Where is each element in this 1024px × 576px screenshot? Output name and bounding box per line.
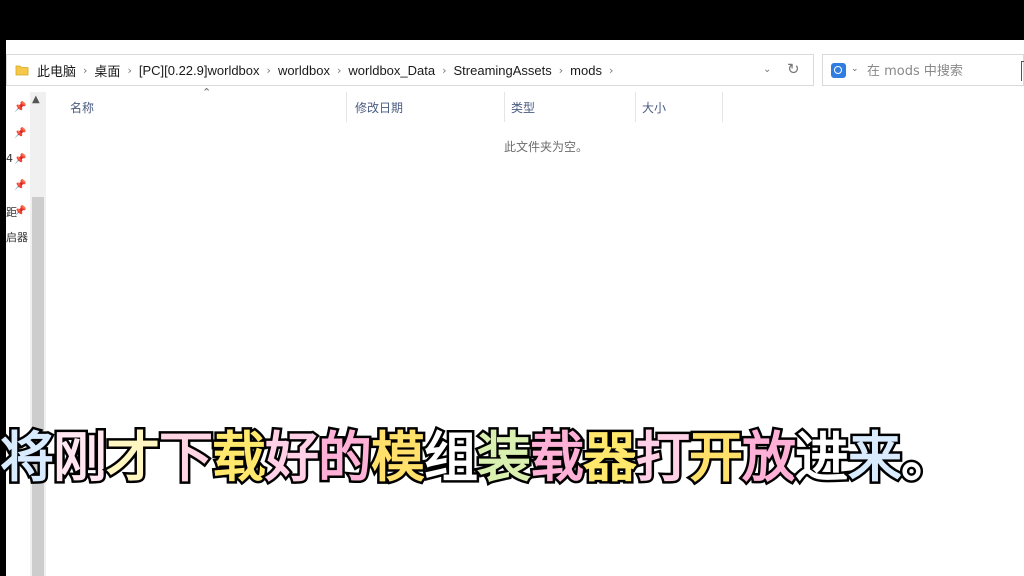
video-subtitle: 将刚才下载好的模组装载器打开放进来。 [0,418,1024,498]
subtitle-character: 将 [0,424,57,492]
subtitle-character: 装 [475,424,534,492]
breadcrumb-item[interactable]: worldbox [278,63,330,78]
pin-icon: 📌 [14,180,27,191]
subtitle-character: 开 [687,424,746,492]
breadcrumb: › 此电脑 › 桌面 › [PC][0.22.9]worldbox › worldbox › wo… [37,55,620,85]
subtitle-character: 来 [846,424,905,492]
subtitle-character: 器 [581,424,640,492]
nav-scrollbar[interactable]: ▲ [30,92,46,576]
subtitle-character: 刚 [51,424,110,492]
pin-icon: 📌 [14,102,27,113]
refresh-icon[interactable]: ↻ [787,60,800,78]
nav-item-fragment[interactable]: 4 [6,152,13,165]
empty-folder-message: 此文件夹为空。 [504,140,589,154]
search-box[interactable]: ⌄ [822,54,1024,86]
column-header-date[interactable]: 修改日期 [355,92,403,122]
folder-icon [15,65,29,76]
screenshot: › 此电脑 › 桌面 › [PC][0.22.9]worldbox › worldbox › wo… [0,0,1024,576]
breadcrumb-item[interactable]: 此电脑 [37,61,76,80]
breadcrumb-item[interactable]: mods [570,63,602,78]
subtitle-character: 进 [793,424,852,492]
subtitle-character: 打 [634,424,693,492]
subtitle-character: 下 [157,424,216,492]
breadcrumb-separator[interactable]: › [609,64,613,77]
column-divider[interactable] [635,92,636,122]
breadcrumb-item[interactable]: worldbox_Data [348,63,435,78]
column-divider[interactable] [346,92,347,122]
breadcrumb-separator[interactable]: › [83,64,87,77]
column-divider[interactable] [722,92,723,122]
nav-item-fragment[interactable]: 启器 [6,229,28,245]
column-header-size[interactable]: 大小 [642,92,666,122]
subtitle-character: 载 [528,424,587,492]
search-icon [831,63,846,78]
nav-item-fragment[interactable]: 距 [6,204,17,220]
breadcrumb-separator[interactable]: › [127,64,131,77]
breadcrumb-separator[interactable]: › [442,64,446,77]
subtitle-character: 载 [210,424,269,492]
subtitle-character: 组 [422,424,481,492]
pin-icon: 📌 [14,128,27,139]
navigation-pane: 📌 📌 📌 📌 📌 4 距 启器 ▲ [6,92,48,576]
chevron-down-icon[interactable]: ⌄ [851,64,859,74]
subtitle-character: 才 [104,424,163,492]
address-bar[interactable]: › 此电脑 › 桌面 › [PC][0.22.9]worldbox › worldbox › wo… [6,54,814,86]
address-row: › 此电脑 › 桌面 › [PC][0.22.9]worldbox › worldbox › wo… [6,50,1024,90]
column-divider[interactable] [504,92,505,122]
breadcrumb-separator[interactable]: › [267,64,271,77]
scroll-up-icon[interactable]: ▲ [32,94,40,105]
subtitle-character: 放 [740,424,799,492]
breadcrumb-separator[interactable]: › [559,64,563,77]
subtitle-character: 模 [369,424,428,492]
breadcrumb-item[interactable]: 桌面 [94,61,120,80]
column-header-type[interactable]: 类型 [511,92,535,122]
pin-icon: 📌 [14,154,27,165]
breadcrumb-item[interactable]: StreamingAssets [454,63,552,78]
sort-ascending-icon: ⌃ [202,86,212,99]
breadcrumb-separator[interactable]: › [337,64,341,77]
search-input[interactable] [867,61,1007,81]
subtitle-character: 好 [263,424,322,492]
subtitle-character: 的 [316,424,375,492]
scrollbar-thumb[interactable] [32,197,44,576]
column-header-name[interactable]: 名称 [70,92,94,122]
address-dropdown-icon[interactable]: ⌄ [763,64,771,75]
breadcrumb-item[interactable]: [PC][0.22.9]worldbox [139,63,260,78]
video-top-bar [0,0,1024,40]
subtitle-character: 。 [899,424,958,492]
